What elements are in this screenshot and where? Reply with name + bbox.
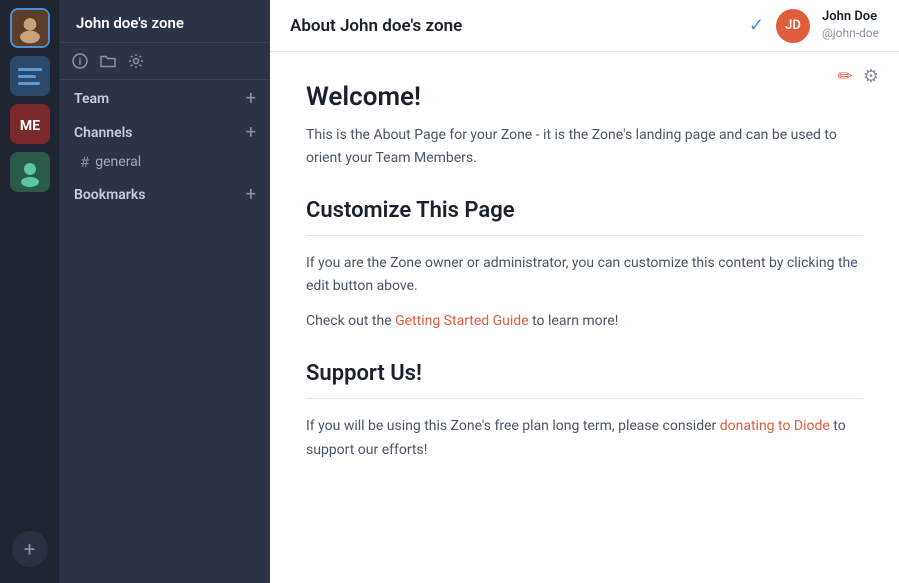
welcome-section: Welcome! This is the About Page for your… <box>306 82 863 170</box>
customize-title: Customize This Page <box>306 198 863 223</box>
customize-text: If you are the Zone owner or administrat… <box>306 252 863 298</box>
support-text: If you will be using this Zone's free pl… <box>306 415 863 461</box>
welcome-text: This is the About Page for your Zone - i… <box>306 124 863 170</box>
donate-link[interactable]: donating to Diode <box>720 418 830 434</box>
info-icon[interactable]: i <box>72 53 88 69</box>
channels-section-header: Channels + <box>60 114 270 148</box>
settings-icon[interactable] <box>128 53 144 69</box>
user-handle: @john-doe <box>822 26 879 42</box>
svg-text:ME: ME <box>19 118 39 134</box>
bookmarks-label: Bookmarks <box>74 187 145 203</box>
user-avatar[interactable]: JD <box>776 9 810 43</box>
bookmarks-section-header: Bookmarks + <box>60 176 270 210</box>
user-name: John Doe <box>822 9 879 26</box>
team-label: Team <box>74 91 109 107</box>
edit-button[interactable]: ✏ <box>838 66 853 87</box>
sidebar-toolbar: i <box>60 43 270 80</box>
add-team-button[interactable]: + <box>246 90 256 108</box>
sidebar: John doe's zone i Team + Channels + # <box>60 0 270 583</box>
main-panel: About John doe's zone ✓ JD John Doe @joh… <box>270 0 899 583</box>
svg-text:i: i <box>79 57 82 68</box>
section-divider-1 <box>306 235 863 236</box>
channel-general-label: general <box>95 154 141 170</box>
after-link-text: to learn more! <box>529 313 619 329</box>
workspace-icon-3[interactable]: ME <box>10 104 50 144</box>
add-workspace-button[interactable]: + <box>12 531 48 567</box>
workspace-icon-4[interactable] <box>10 152 50 192</box>
getting-started-link[interactable]: Getting Started Guide <box>395 313 529 329</box>
content-settings-button[interactable]: ⚙ <box>863 66 879 87</box>
icon-bar: ME + <box>0 0 60 583</box>
team-section-header: Team + <box>60 80 270 114</box>
workspace-icon-2[interactable] <box>10 56 50 96</box>
confirm-icon[interactable]: ✓ <box>749 15 764 36</box>
channel-hash-icon: # <box>80 153 89 171</box>
section-divider-2 <box>306 398 863 399</box>
user-info: John Doe @john-doe <box>822 9 879 41</box>
workspace-icon-1[interactable] <box>10 8 50 48</box>
page-title: About John doe's zone <box>290 16 462 36</box>
check-out-prefix: Check out the <box>306 313 395 329</box>
channels-label: Channels <box>74 125 133 141</box>
welcome-title: Welcome! <box>306 82 863 112</box>
add-channel-button[interactable]: + <box>246 124 256 142</box>
customize-section: Customize This Page If you are the Zone … <box>306 198 863 333</box>
add-bookmark-button[interactable]: + <box>246 186 256 204</box>
folder-icon[interactable] <box>100 53 116 69</box>
sidebar-zone-name: John doe's zone <box>60 0 270 43</box>
content-actions: ✏ ⚙ <box>838 66 879 87</box>
support-title: Support Us! <box>306 361 863 386</box>
channel-general[interactable]: # general <box>60 148 270 176</box>
support-text-before: If you will be using this Zone's free pl… <box>306 418 720 434</box>
main-content: ✏ ⚙ Welcome! This is the About Page for … <box>270 52 899 583</box>
support-section: Support Us! If you will be using this Zo… <box>306 361 863 461</box>
main-header: About John doe's zone ✓ JD John Doe @joh… <box>270 0 899 52</box>
customize-guide-text: Check out the Getting Started Guide to l… <box>306 310 863 333</box>
header-right: ✓ JD John Doe @john-doe <box>749 9 879 43</box>
